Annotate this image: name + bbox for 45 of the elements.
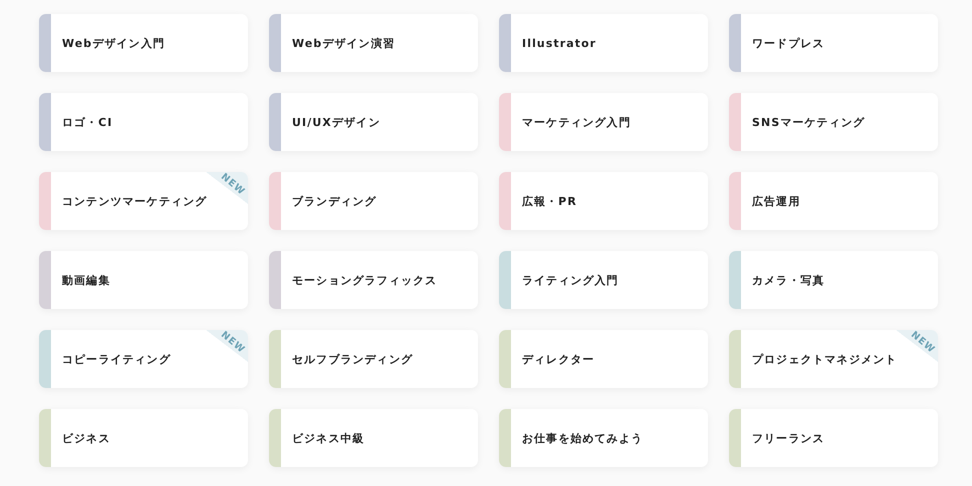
course-card[interactable]: セルフブランディング bbox=[269, 330, 478, 388]
course-card[interactable]: お仕事を始めてみよう bbox=[499, 409, 708, 467]
course-title: マーケティング入門 bbox=[522, 114, 631, 130]
course-card[interactable]: Illustrator bbox=[499, 14, 708, 72]
course-title: 動画編集 bbox=[62, 272, 110, 288]
course-title: モーショングラフィックス bbox=[292, 272, 438, 288]
course-title: UI/UXデザイン bbox=[292, 114, 380, 130]
course-title: ライティング入門 bbox=[522, 272, 619, 288]
course-card[interactable]: Webデザイン演習 bbox=[269, 14, 478, 72]
course-title: 広報・PR bbox=[522, 194, 578, 208]
course-card[interactable]: 広報・PR bbox=[499, 172, 708, 230]
course-card[interactable]: ディレクター bbox=[499, 330, 708, 388]
course-card[interactable]: ロゴ・CI bbox=[39, 93, 248, 151]
course-card[interactable]: ビジネス中級 bbox=[269, 409, 478, 467]
course-title: ブランディング bbox=[292, 194, 377, 208]
course-title: Illustrator bbox=[522, 36, 596, 50]
course-card[interactable]: ライティング入門 bbox=[499, 251, 708, 309]
course-title: ビジネス bbox=[62, 430, 110, 446]
course-card[interactable]: カメラ・写真 bbox=[729, 251, 938, 309]
course-title: プロジェクトマネジメント bbox=[752, 352, 898, 366]
course-title: カメラ・写真 bbox=[752, 272, 825, 288]
course-card[interactable]: 動画編集 bbox=[39, 251, 248, 309]
course-title: ワードプレス bbox=[752, 36, 825, 50]
course-card[interactable]: ビジネス bbox=[39, 409, 248, 467]
course-card[interactable]: フリーランス bbox=[729, 409, 938, 467]
course-title: ビジネス中級 bbox=[292, 430, 365, 446]
course-card[interactable]: 広告運用 bbox=[729, 172, 938, 230]
course-title: お仕事を始めてみよう bbox=[522, 430, 643, 446]
course-title: 広告運用 bbox=[752, 194, 800, 208]
course-title: ロゴ・CI bbox=[62, 114, 113, 130]
course-title: ディレクター bbox=[522, 352, 595, 366]
course-card[interactable]: マーケティング入門 bbox=[499, 93, 708, 151]
course-title: セルフブランディング bbox=[292, 352, 413, 366]
course-card[interactable]: ブランディング bbox=[269, 172, 478, 230]
course-card[interactable]: Webデザイン入門 bbox=[39, 14, 248, 72]
course-card[interactable]: モーショングラフィックス bbox=[269, 251, 478, 309]
course-card[interactable]: SNSマーケティング bbox=[729, 93, 938, 151]
course-title: Webデザイン入門 bbox=[62, 36, 165, 50]
course-card[interactable]: ワードプレス bbox=[729, 14, 938, 72]
course-title: コンテンツマーケティング bbox=[62, 194, 208, 208]
course-title: SNSマーケティング bbox=[752, 114, 866, 130]
course-title: コピーライティング bbox=[62, 352, 171, 366]
course-card[interactable]: UI/UXデザイン bbox=[269, 93, 478, 151]
course-title: Webデザイン演習 bbox=[292, 36, 395, 50]
course-title: フリーランス bbox=[752, 430, 825, 446]
